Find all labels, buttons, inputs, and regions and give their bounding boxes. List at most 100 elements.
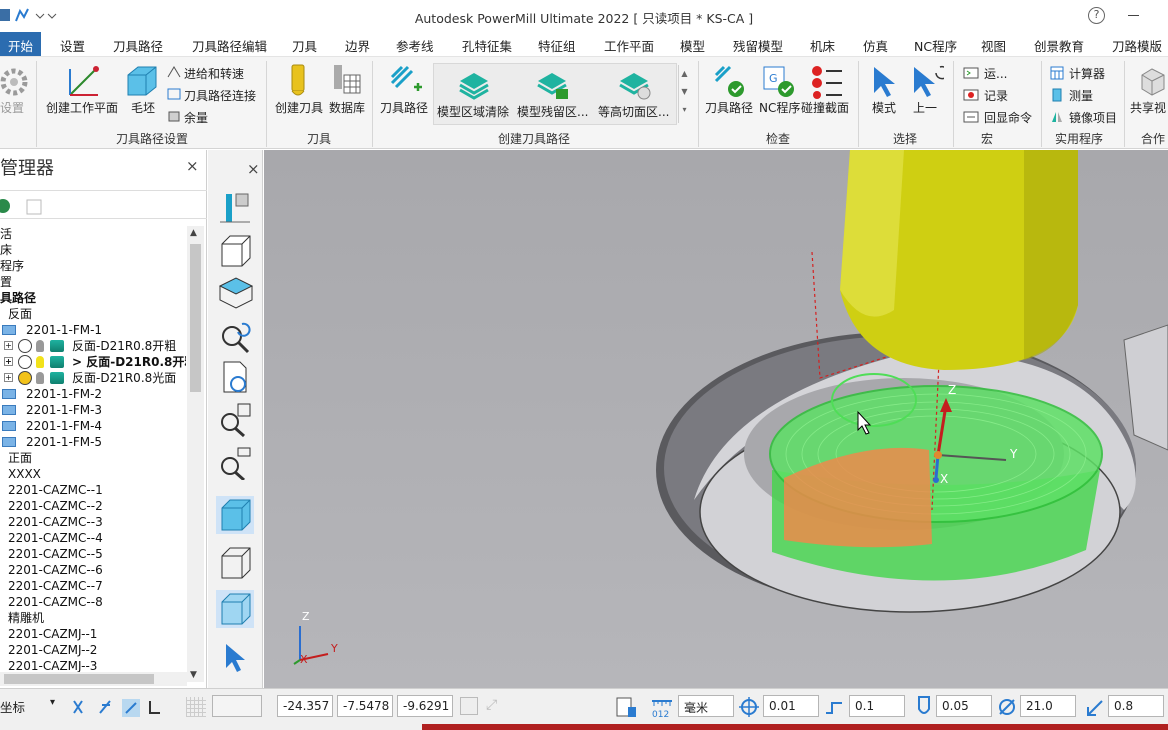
previous-selection-button[interactable]: 上一 [913,99,937,116]
tab-nc-programs[interactable]: NC程序 [914,36,957,55]
tree-item[interactable]: 2201-CAZMC--4 [0,530,103,546]
tree-item[interactable]: 2201-1-FM-5 [0,434,102,450]
select-mode-button[interactable]: 模式 [872,99,896,116]
tree-item[interactable]: 2201-CAZMC--2 [0,498,103,514]
tree-item[interactable]: 2201-1-FM-3 [0,402,102,418]
tree-item[interactable]: 2201-CAZMC--5 [0,546,103,562]
settings-gear-icon[interactable] [0,65,30,99]
tab-model[interactable]: 模型 [680,36,705,55]
tab-feature-groups[interactable]: 特征组 [538,36,576,55]
tree-item[interactable]: 2201-CAZMC--6 [0,562,103,578]
zoom-box-icon[interactable] [216,442,254,480]
rest-area-clear-icon[interactable] [534,69,570,101]
create-workplane-button[interactable]: 创建工作平面 [46,99,118,116]
stepover-icon[interactable] [824,697,844,717]
toolpath-button[interactable]: 刀具路径 [380,99,428,116]
tab-home[interactable]: 开始 [0,32,42,56]
transparent-view-icon[interactable] [216,590,254,628]
tab-education[interactable]: 创景教育 [1034,36,1084,55]
minimize-icon[interactable] [1128,15,1139,16]
wireframe-view-icon[interactable] [216,544,254,582]
area-clear-icon[interactable] [456,69,492,101]
tab-reference-lines[interactable]: 参考线 [396,36,434,55]
tab-view[interactable]: 视图 [981,36,1006,55]
pick-icon[interactable] [460,697,478,715]
tab-simulation[interactable]: 仿真 [863,36,888,55]
stock-button[interactable]: 毛坯 [131,99,155,116]
refresh-icon[interactable] [216,358,254,396]
coordinate-mode-select[interactable]: 坐标 ▾ [0,697,62,717]
iso-view-icon[interactable] [216,232,254,270]
constant-z-icon[interactable] [616,69,652,101]
toolpath-create-icon[interactable] [388,63,424,99]
tab-toolpath-edit[interactable]: 刀具路径编辑 [192,36,267,55]
stepover-field[interactable]: 0.1 [849,695,905,717]
tab-toolpath-templates[interactable]: 刀路模版 [1112,36,1162,55]
tree-item[interactable]: 活 [0,226,12,242]
select-cursor-icon[interactable] [216,638,254,676]
verify-nc-icon[interactable]: G [760,63,796,99]
grid-icon[interactable] [186,697,206,717]
tree-item[interactable]: + 反面-D21R0.8开粗 [0,338,176,354]
zoom-refresh-icon[interactable] [216,316,254,354]
snap-icons[interactable] [70,697,170,717]
tree-item[interactable]: + 反面-D21R0.8光面 [0,370,176,386]
measure-button[interactable]: 测量 [1069,87,1093,104]
tree-item[interactable]: 具路径 [0,290,36,306]
tree-item[interactable]: 2201-CAZMJ--2 [0,642,97,658]
tab-machine[interactable]: 机床 [810,36,835,55]
tolerance-field[interactable]: 0.01 [763,695,819,717]
tree-item[interactable]: 反面 [0,306,32,322]
settings-button[interactable]: 设置 [0,99,24,116]
feeds-speeds-button[interactable]: 进给和转速 [184,65,244,82]
verify-toolpath-button[interactable]: 刀具路径 [705,99,753,116]
tab-tool[interactable]: 刀具 [292,36,317,55]
collision-section-button[interactable]: 碰撞截面 [801,99,849,116]
tab-toolpaths[interactable]: 刀具路径 [113,36,163,55]
stock-block-icon[interactable] [124,63,160,99]
verify-nc-program-button[interactable]: NC程序 [759,99,800,116]
record-macro-button[interactable]: 记录 [984,87,1008,104]
x-coordinate-field[interactable]: -24.357 [277,695,333,717]
model-rest-area-button[interactable]: 模型残留区... [517,103,588,120]
tab-hole-features[interactable]: 孔特征集 [462,36,512,55]
gallery-scroll[interactable]: ▲ ▼ ▾ [678,65,690,123]
share-view-icon[interactable] [1136,63,1168,99]
tip-radius-icon[interactable] [1084,697,1106,717]
tool-database-button[interactable]: 数据库 [329,99,365,116]
verify-toolpath-icon[interactable] [712,63,748,99]
tree-item[interactable]: 2201-1-FM-2 [0,386,102,402]
previous-selection-icon[interactable] [908,63,944,99]
create-tool-button[interactable]: 创建刀具 [275,99,323,116]
workplane-icon[interactable] [64,63,102,99]
diameter-icon[interactable] [997,697,1017,717]
tab-stock-model[interactable]: 残留模型 [733,36,783,55]
stepdown-icon[interactable] [914,695,934,719]
workplane-status-icon[interactable] [614,695,638,719]
tool-database-icon[interactable] [330,63,362,99]
mirror-item-button[interactable]: 镜像项目 [1069,109,1117,126]
constant-z-button[interactable]: 等高切面区... [598,103,669,120]
tree-item[interactable]: 2201-CAZMC--3 [0,514,103,530]
tab-settings[interactable]: 设置 [60,36,85,55]
z-coordinate-field[interactable]: -9.6291 [397,695,453,717]
top-view-icon[interactable] [216,274,254,312]
units-field[interactable]: 毫米 [678,695,734,717]
tree-item[interactable]: 置 [0,274,12,290]
echo-commands-button[interactable]: 回显命令 [984,109,1032,126]
tree-item[interactable]: XXXX [0,466,41,482]
view-tool-icon[interactable] [216,190,254,228]
shaded-view-icon[interactable] [216,496,254,534]
collision-check-icon[interactable] [808,63,844,99]
tree-item[interactable]: 正面 [0,450,32,466]
tree-item[interactable]: 程序 [0,258,24,274]
tree-item[interactable]: 2201-1-FM-4 [0,418,102,434]
endmill-tool-icon[interactable] [286,63,310,99]
toolpath-connections-button[interactable]: 刀具路径连接 [184,87,256,104]
calculator-button[interactable]: 计算器 [1069,65,1105,82]
explorer-hscroll[interactable] [0,672,187,686]
zoom-fit-icon[interactable] [216,400,254,438]
y-coordinate-field[interactable]: -7.5478 [337,695,393,717]
explorer-scrollbar[interactable]: ▲ ▼ [187,226,204,682]
stepdown-field[interactable]: 0.05 [936,695,992,717]
